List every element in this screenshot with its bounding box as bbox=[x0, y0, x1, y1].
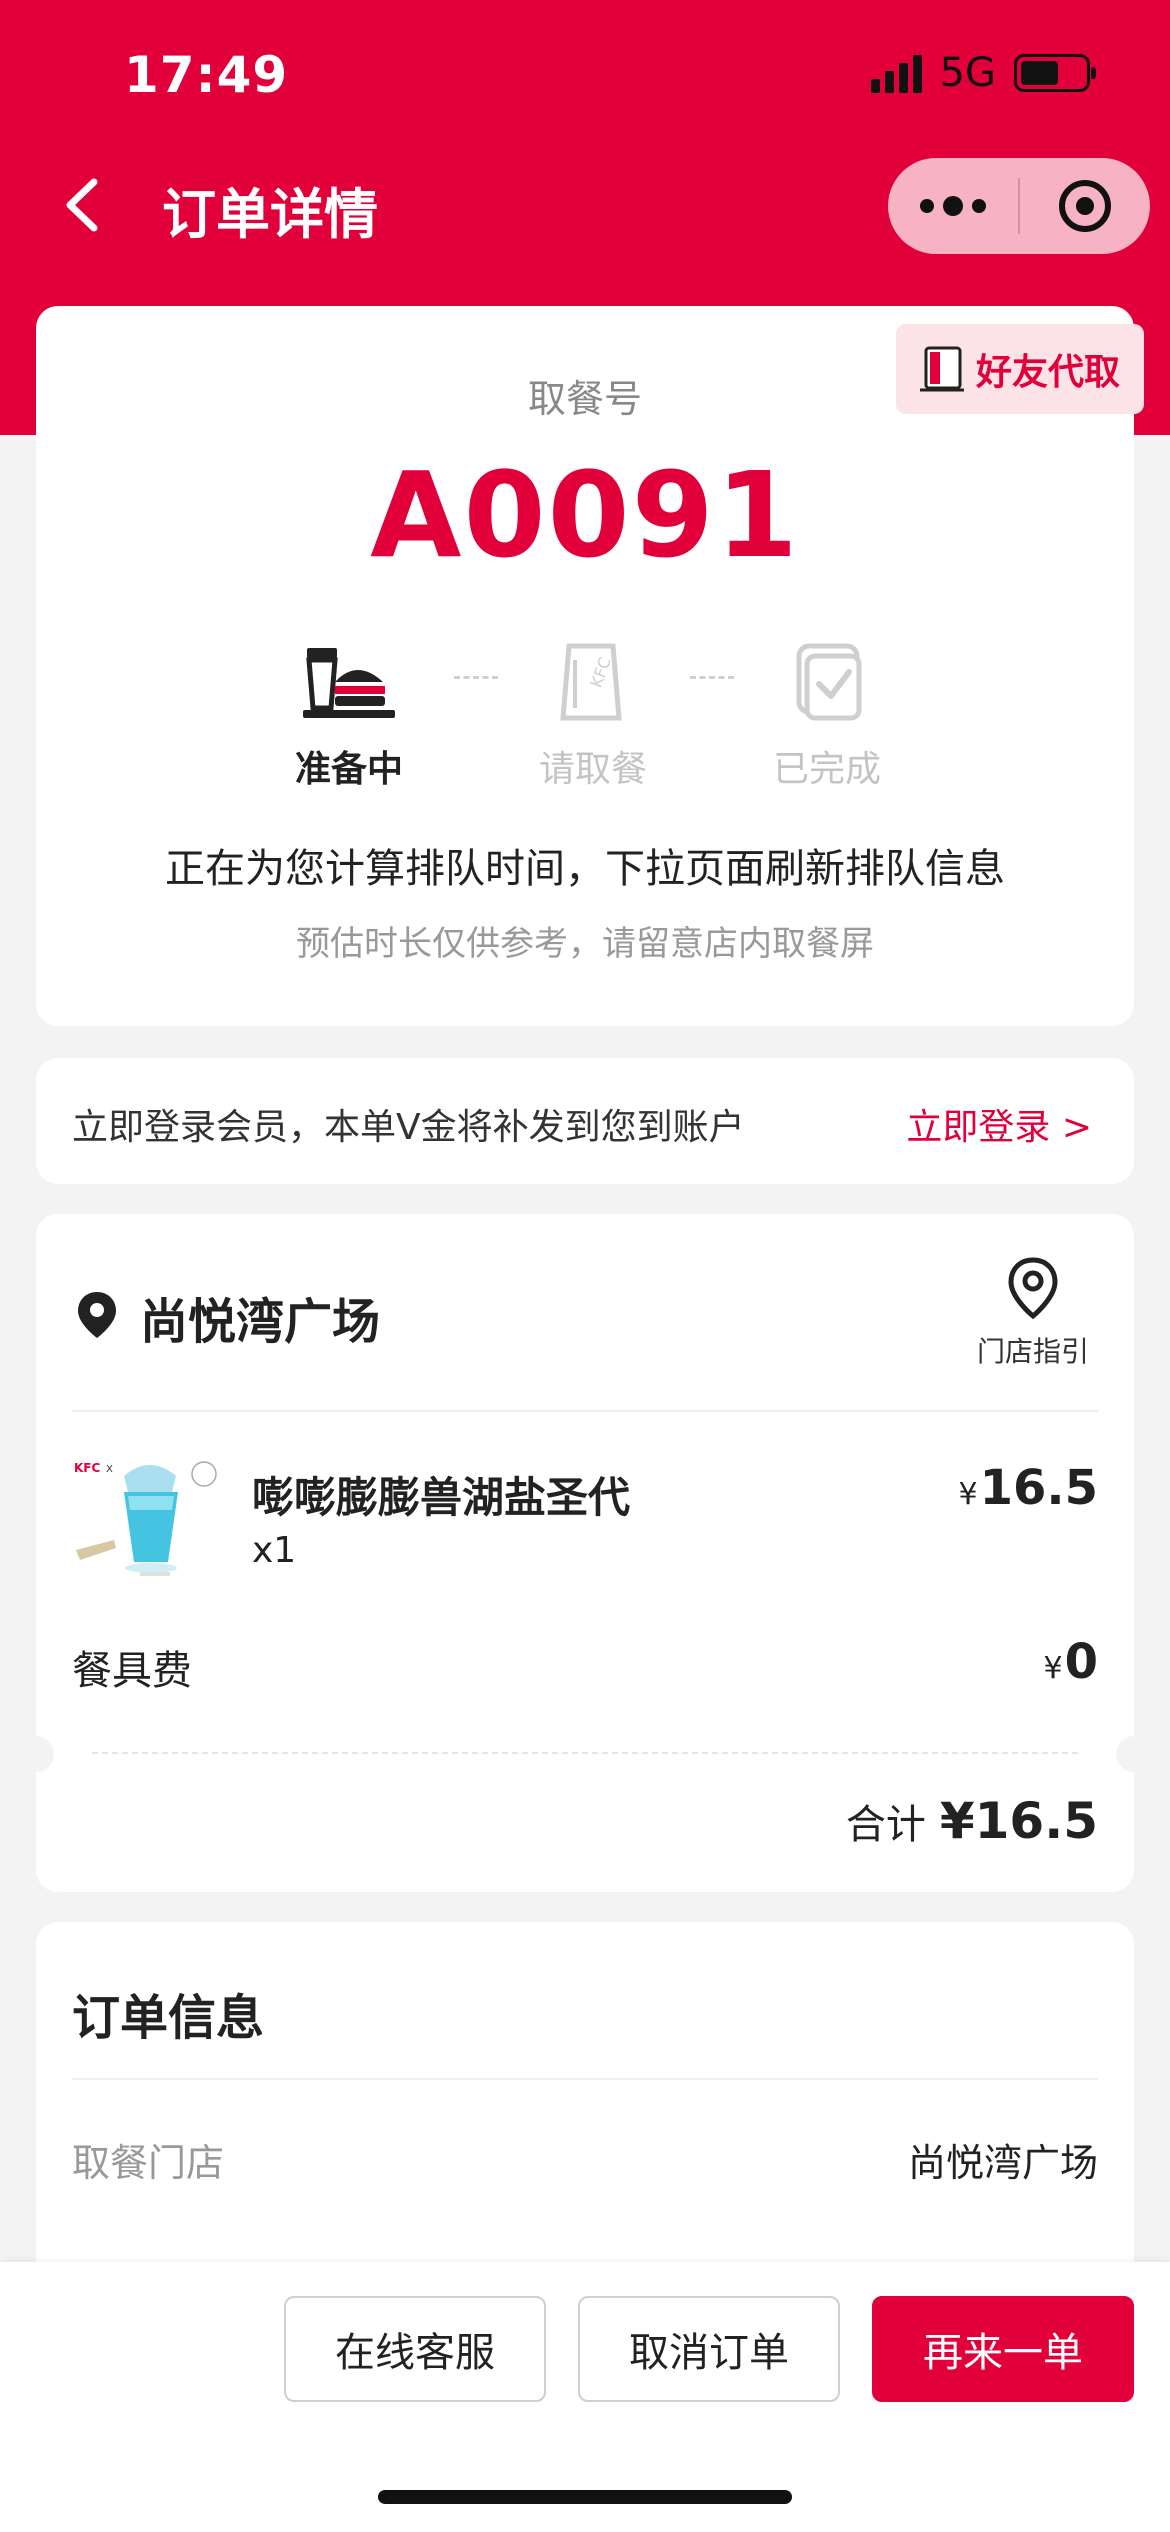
kfc-bag-icon: KFC bbox=[560, 643, 622, 721]
home-indicator[interactable] bbox=[378, 2490, 792, 2504]
back-arrow-icon[interactable] bbox=[60, 178, 104, 232]
page-title: 订单详情 bbox=[162, 183, 378, 246]
divider bbox=[72, 1410, 1098, 1412]
reorder-button[interactable]: 再来一单 bbox=[872, 2296, 1134, 2402]
mini-program-capsule bbox=[888, 158, 1150, 254]
product-image: KFC X bbox=[72, 1458, 226, 1584]
pickup-store-value: 尚悦湾广场 bbox=[907, 2141, 1098, 2185]
tableware-fee-value: 0 bbox=[1064, 1634, 1098, 1690]
tableware-fee-price: ¥0 bbox=[1044, 1634, 1099, 1690]
step-label: 已完成 bbox=[772, 749, 881, 790]
step-label: 请取餐 bbox=[538, 749, 647, 790]
product-name: 嘭嘭膨膨兽湖盐圣代 bbox=[252, 1473, 631, 1522]
svg-text:KFC: KFC bbox=[74, 1461, 100, 1475]
burger-drink-icon bbox=[303, 648, 395, 718]
step-connector bbox=[690, 676, 734, 679]
online-service-button[interactable]: 在线客服 bbox=[284, 2296, 546, 2402]
product-price: ¥16.5 bbox=[958, 1460, 1098, 1516]
svg-text:X: X bbox=[106, 1464, 113, 1475]
order-info-title: 订单信息 bbox=[72, 1990, 265, 2046]
location-outline-icon bbox=[1008, 1257, 1058, 1320]
status-time: 17:49 bbox=[124, 46, 289, 104]
step-label: 准备中 bbox=[294, 749, 403, 790]
divider bbox=[72, 2078, 1098, 2080]
pickup-store-label: 取餐门店 bbox=[72, 2141, 225, 2185]
step-connector bbox=[454, 676, 498, 679]
store-guide-button[interactable]: 门店指引 bbox=[968, 1256, 1098, 1370]
member-login-text: 立即登录会员，本单V金将补发到您到账户 bbox=[72, 1107, 745, 1148]
network-label: 5G bbox=[939, 50, 996, 96]
currency-symbol: ¥ bbox=[958, 1477, 978, 1512]
battery-icon bbox=[1014, 54, 1096, 92]
total-value: ¥16.5 bbox=[939, 1792, 1098, 1850]
pickup-card: 好友代取 取餐号 A0091 准备中 KFC 请取餐 已完成 正在为您计算排队时 bbox=[36, 306, 1144, 1026]
product-price-value: 16.5 bbox=[979, 1460, 1098, 1516]
svg-text:KFC: KFC bbox=[586, 655, 614, 691]
member-login-card[interactable]: 立即登录会员，本单V金将补发到您到账户 立即登录 > bbox=[36, 1058, 1134, 1184]
pickup-number: A0091 bbox=[370, 446, 800, 584]
store-guide-label: 门店指引 bbox=[976, 1335, 1089, 1368]
queue-status-text: 正在为您计算排队时间，下拉页面刷新排队信息 bbox=[165, 846, 1005, 892]
currency-symbol: ¥ bbox=[1043, 1651, 1063, 1686]
queue-hint-text: 预估时长仅供参考，请留意店内取餐屏 bbox=[296, 924, 874, 964]
order-items-card: 尚悦湾广场 门店指引 KFC X 嘭嘭膨膨兽湖盐圣代 x1 ¥16.5 餐具费 … bbox=[36, 1214, 1134, 1892]
status-icons: 5G bbox=[870, 50, 1096, 96]
signal-icon bbox=[870, 53, 922, 93]
step-preparing: 准备中 bbox=[264, 642, 434, 792]
ticket-notch bbox=[36, 1736, 54, 1772]
pickup-number-label: 取餐号 bbox=[527, 377, 642, 421]
close-mini-program-icon[interactable] bbox=[1020, 158, 1150, 254]
tableware-fee-label: 餐具费 bbox=[72, 1648, 192, 1694]
cancel-order-button[interactable]: 取消订单 bbox=[578, 2296, 840, 2402]
order-total: 合计 ¥16.5 bbox=[846, 1792, 1098, 1850]
total-label: 合计 bbox=[845, 1802, 926, 1848]
ticket-notch bbox=[1116, 1736, 1134, 1772]
step-completed: 已完成 bbox=[742, 642, 912, 792]
product-quantity: x1 bbox=[252, 1530, 297, 1571]
store-name: 尚悦湾广场 bbox=[140, 1294, 381, 1350]
location-pin-icon bbox=[78, 1292, 116, 1338]
login-now-link[interactable]: 立即登录 > bbox=[906, 1098, 1092, 1150]
completed-check-icon bbox=[796, 643, 862, 721]
dashed-divider bbox=[92, 1752, 1078, 1754]
step-ready: KFC 请取餐 bbox=[508, 642, 678, 792]
more-options-icon[interactable] bbox=[888, 158, 1018, 254]
